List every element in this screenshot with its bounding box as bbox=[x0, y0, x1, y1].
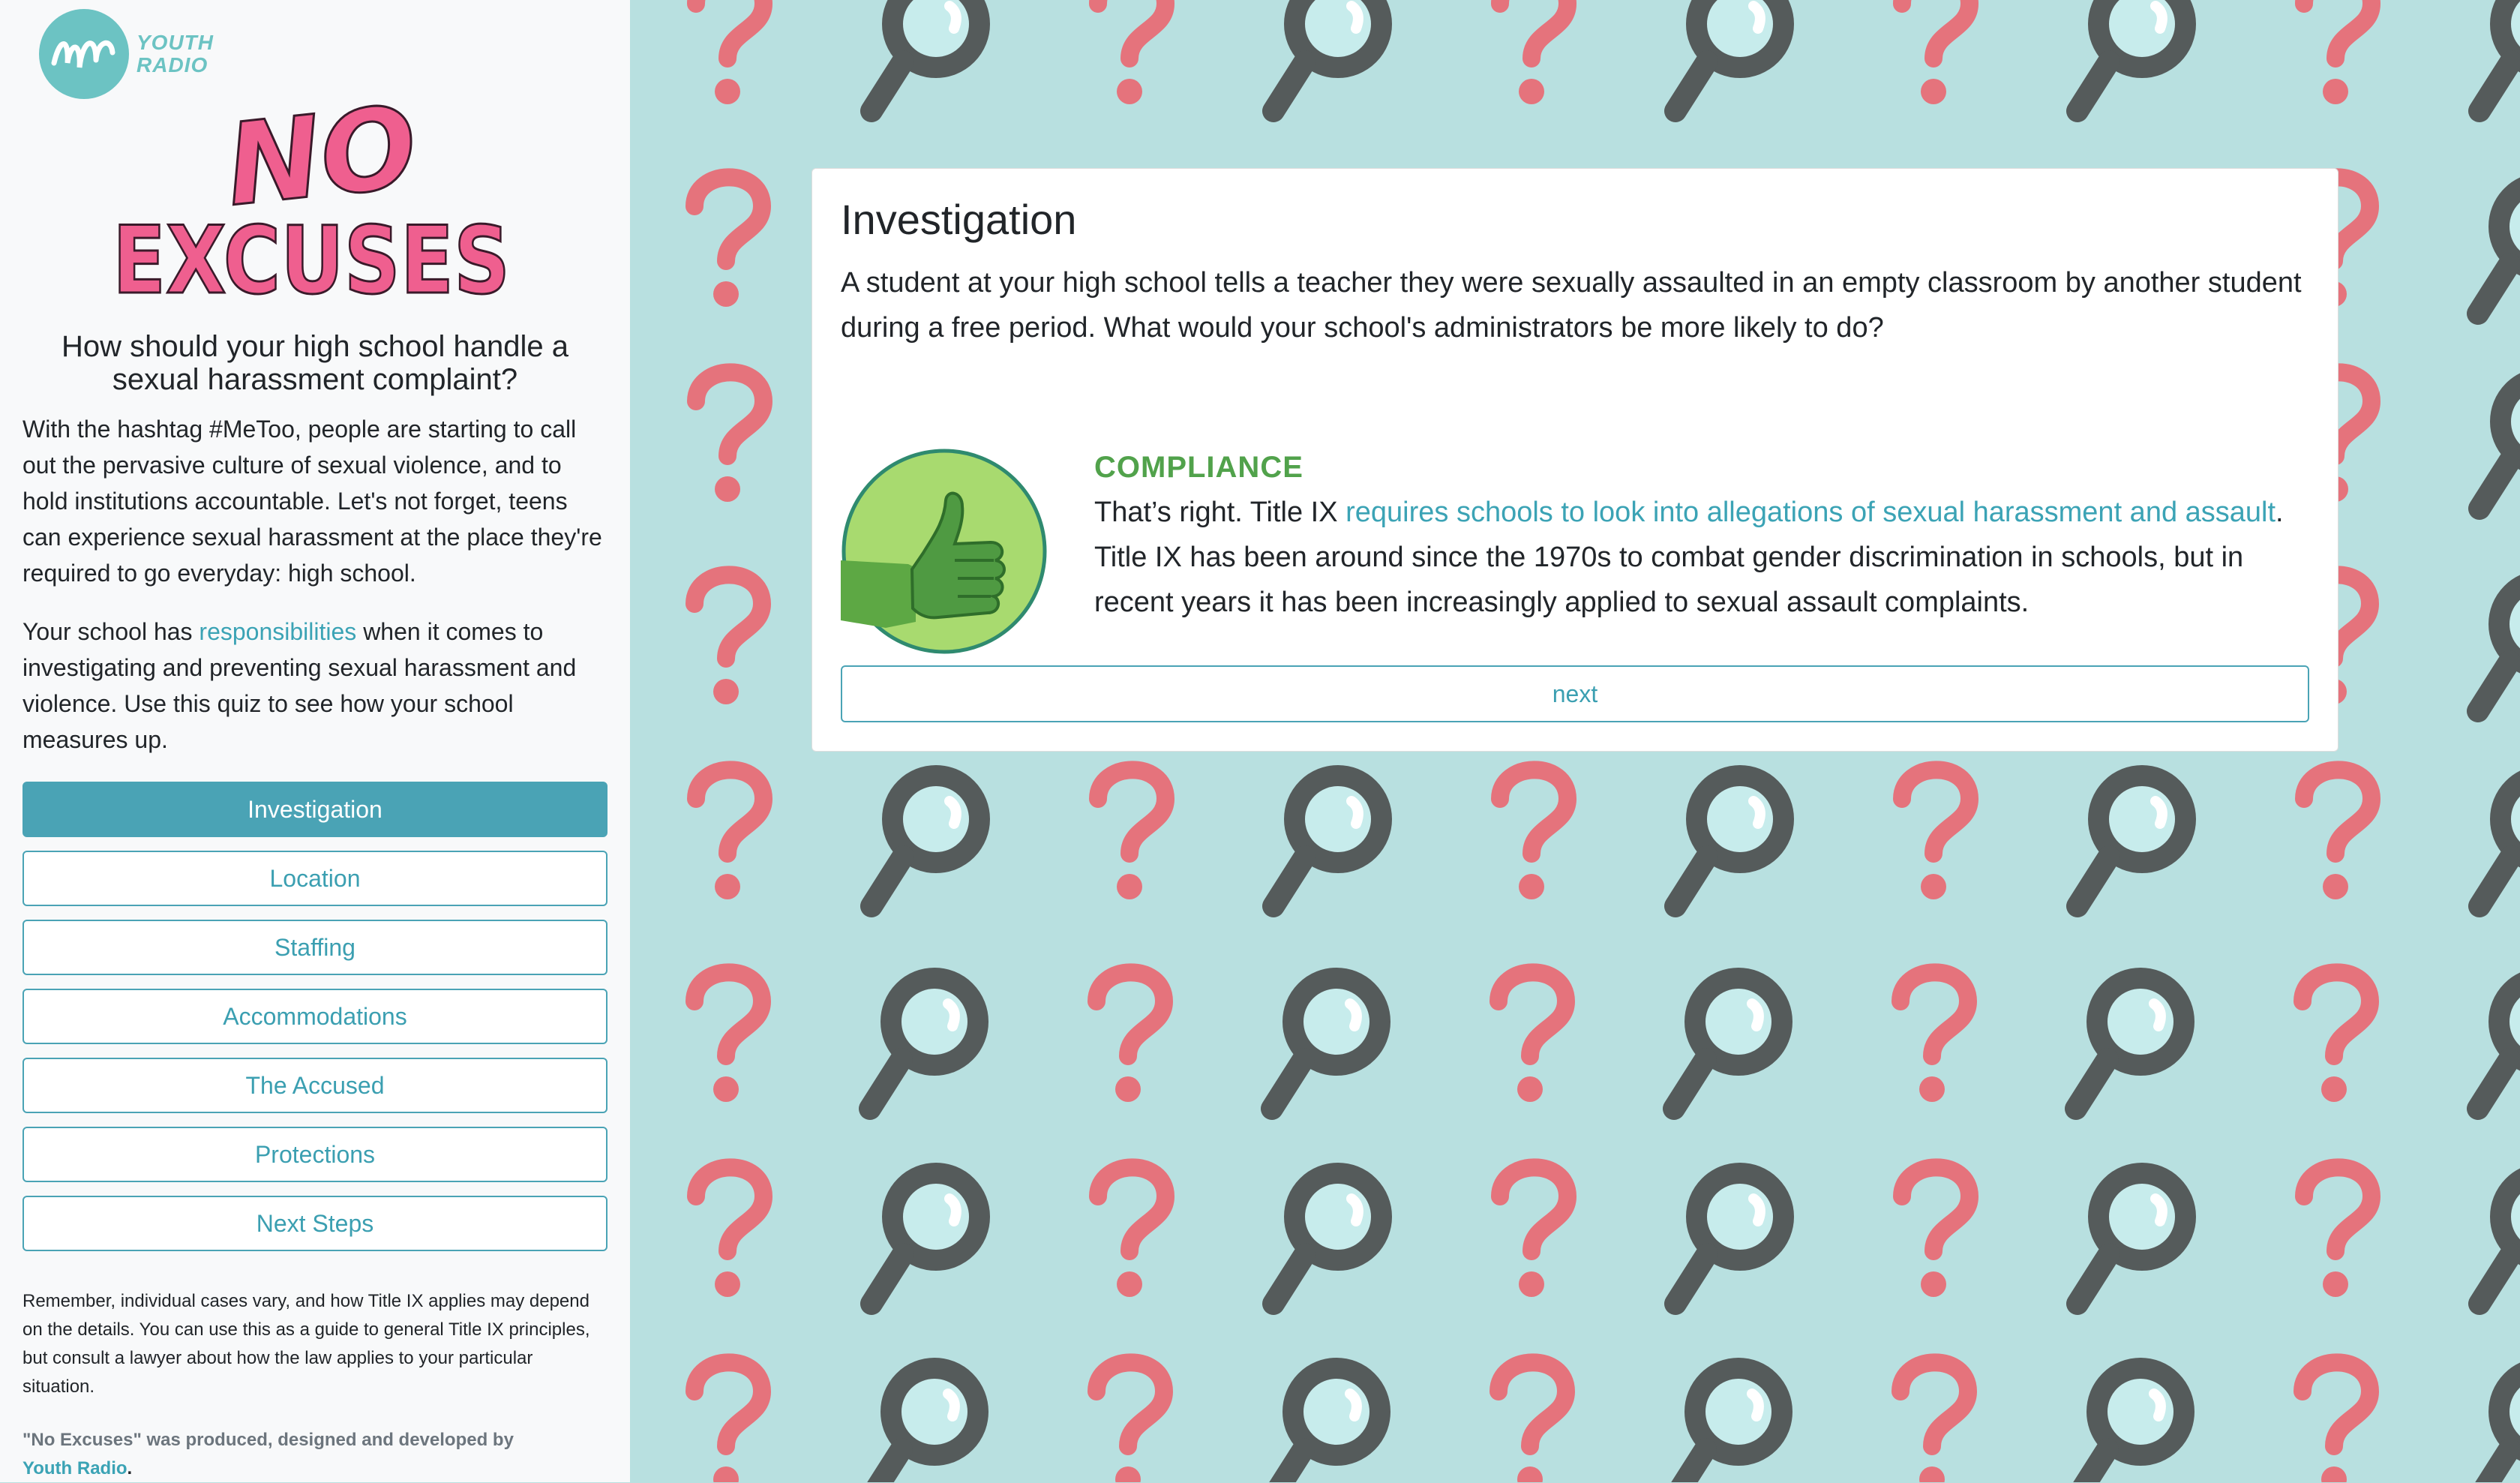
magnifier-icon bbox=[1274, 0, 1382, 111]
quiz-question-heading: How should your high school handle a sex… bbox=[62, 330, 568, 396]
responsibilities-paragraph: Your school has responsibilities when it… bbox=[22, 614, 608, 758]
credit-text-start: "No Excuses" was produced, designed and … bbox=[22, 1430, 514, 1450]
question-mark-icon bbox=[1098, 1167, 1166, 1297]
question-mark-icon bbox=[2304, 770, 2372, 899]
question-mark-icon bbox=[1500, 0, 1568, 104]
question-mark-icon bbox=[694, 177, 762, 307]
magnifier-icon bbox=[1274, 776, 1382, 906]
question-mark-icon bbox=[2302, 1362, 2370, 1482]
magnifier-icon bbox=[2478, 183, 2520, 314]
nav-staffing-button[interactable]: Staffing bbox=[22, 920, 608, 975]
next-button[interactable]: next bbox=[841, 665, 2309, 722]
question-mark-icon bbox=[1096, 972, 1164, 1102]
magnifier-icon bbox=[2076, 1368, 2184, 1482]
question-mark-icon bbox=[1500, 770, 1568, 899]
magnifier-icon bbox=[1674, 1368, 1782, 1482]
logo-text-line2: RADIO bbox=[136, 53, 208, 77]
magnifier-icon bbox=[1272, 1368, 1380, 1482]
magnifier-icon bbox=[1676, 776, 1784, 906]
magnifier-icon bbox=[2480, 1173, 2520, 1304]
question-mark-icon bbox=[1900, 972, 1968, 1102]
result-label: COMPLIANCE bbox=[1094, 451, 1304, 484]
result-explanation: That’s right. Title IX requires schools … bbox=[1094, 490, 2309, 625]
magnifier-icon bbox=[1676, 0, 1784, 111]
magnifier-icon bbox=[1272, 978, 1380, 1109]
thumbs-up-icon bbox=[841, 449, 1047, 654]
question-mark-icon bbox=[696, 372, 764, 502]
intro-paragraph: With the hashtag #MeToo, people are star… bbox=[22, 416, 602, 587]
question-mark-icon bbox=[696, 0, 764, 104]
question-mark-icon bbox=[1902, 0, 1970, 104]
nav-accommodations-button[interactable]: Accommodations bbox=[22, 989, 608, 1044]
disclaimer-text: Remember, individual cases vary, and how… bbox=[22, 1291, 590, 1397]
question-mark-icon bbox=[1902, 1167, 1970, 1297]
question-mark-icon bbox=[2302, 972, 2370, 1102]
responsibilities-link[interactable]: responsibilities bbox=[199, 618, 356, 645]
magnifier-icon bbox=[870, 978, 978, 1109]
magnifier-icon bbox=[2480, 0, 2520, 111]
credit-text: "No Excuses" was produced, designed and … bbox=[22, 1426, 608, 1483]
card-question: A student at your high school tells a te… bbox=[841, 267, 2302, 344]
magnifier-icon bbox=[872, 0, 980, 111]
question-mark-icon bbox=[696, 770, 764, 899]
magnifier-icon bbox=[1274, 1173, 1382, 1304]
magnifier-icon bbox=[870, 1368, 978, 1482]
magnifier-icon bbox=[2480, 776, 2520, 906]
question-mark-icon bbox=[2304, 1167, 2372, 1297]
youth-radio-logo[interactable]: YOUTH RADIO bbox=[38, 8, 214, 101]
nav-next-steps-button[interactable]: Next Steps bbox=[22, 1196, 608, 1251]
question-mark-icon bbox=[694, 1362, 762, 1482]
magnifier-icon bbox=[2478, 1368, 2520, 1482]
nav-investigation-button[interactable]: Investigation bbox=[22, 782, 608, 837]
no-excuses-title: NO EXCUSES bbox=[112, 98, 512, 308]
logo-text: YOUTH RADIO bbox=[136, 32, 214, 77]
title-ix-requirements-link[interactable]: requires schools to look into allegation… bbox=[1346, 497, 2276, 528]
magnifier-icon bbox=[2078, 776, 2186, 906]
question-mark-icon bbox=[1500, 1167, 1568, 1297]
sidebar: YOUTH RADIO NO EXCUSES How should your h… bbox=[0, 0, 630, 1482]
magnifier-icon bbox=[872, 776, 980, 906]
magnifier-icon bbox=[872, 1173, 980, 1304]
question-mark-icon bbox=[1498, 1362, 1566, 1482]
question-mark-icon bbox=[1498, 972, 1566, 1102]
question-mark-icon bbox=[696, 1167, 764, 1297]
question-mark-icon bbox=[1902, 770, 1970, 899]
youth-radio-link[interactable]: Youth Radio bbox=[22, 1458, 128, 1478]
nav-the-accused-button[interactable]: The Accused bbox=[22, 1058, 608, 1113]
magnifier-icon bbox=[2076, 978, 2184, 1109]
magnifier-icon bbox=[2478, 978, 2520, 1109]
credit-text-end: . bbox=[127, 1458, 133, 1478]
result-text-start: That’s right. Title IX bbox=[1094, 497, 1346, 528]
youth-radio-logo-icon bbox=[39, 9, 129, 99]
question-mark-icon bbox=[2304, 0, 2372, 104]
question-mark-icon bbox=[1098, 0, 1166, 104]
magnifier-icon bbox=[2480, 378, 2520, 509]
nav-protections-button[interactable]: Protections bbox=[22, 1127, 608, 1182]
nav-location-button[interactable]: Location bbox=[22, 851, 608, 906]
question-mark-icon bbox=[1096, 1362, 1164, 1482]
logo-text-line1: YOUTH bbox=[136, 31, 214, 54]
question-mark-icon bbox=[1900, 1362, 1968, 1482]
title-line2: EXCUSES bbox=[112, 207, 510, 308]
quiz-card: Investigation A student at your high sch… bbox=[812, 168, 2338, 752]
magnifier-icon bbox=[1676, 1173, 1784, 1304]
thumbs-up-badge bbox=[841, 448, 1048, 655]
question-mark-icon bbox=[694, 575, 762, 704]
magnifier-icon bbox=[2078, 1173, 2186, 1304]
magnifier-icon bbox=[1674, 978, 1782, 1109]
intro2-text-start: Your school has bbox=[22, 618, 200, 645]
magnifier-icon bbox=[2478, 581, 2520, 711]
magnifier-icon bbox=[2078, 0, 2186, 111]
card-title: Investigation bbox=[841, 196, 1077, 243]
question-mark-icon bbox=[1098, 770, 1166, 899]
question-mark-icon bbox=[694, 972, 762, 1102]
